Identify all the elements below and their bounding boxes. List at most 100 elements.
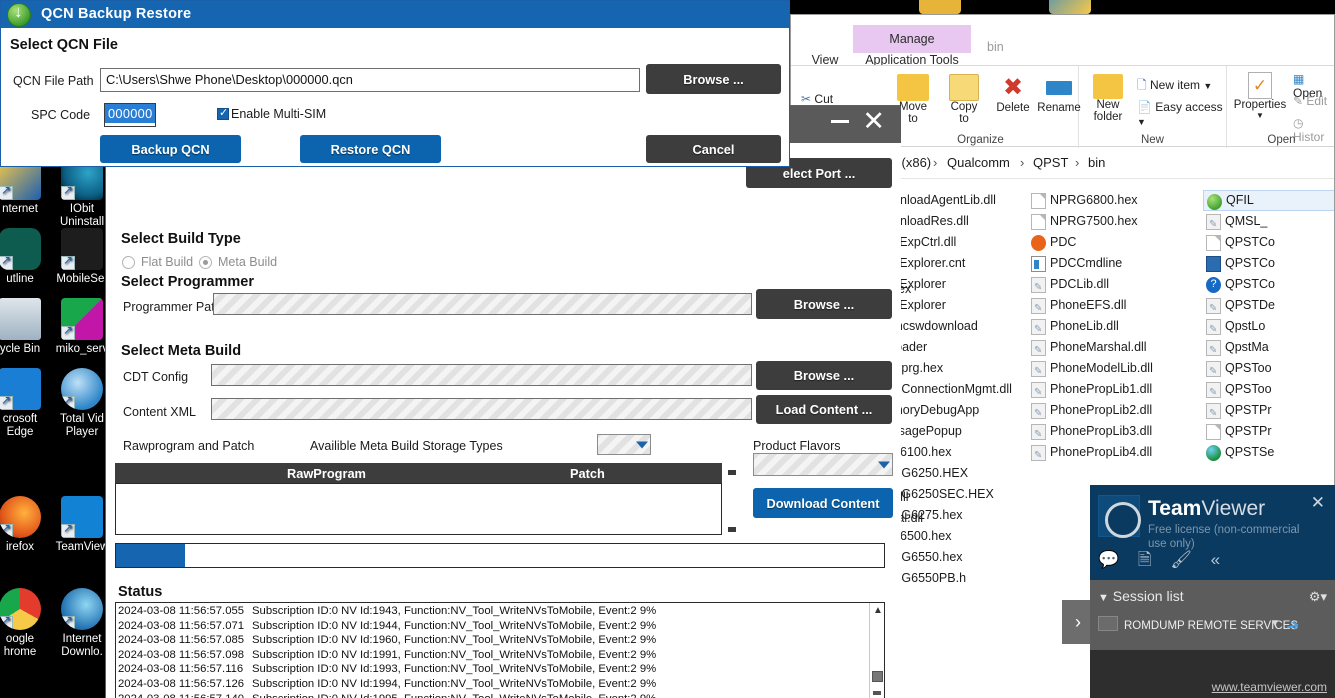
scroll-up-icon[interactable]: ▲ [873, 605, 883, 616]
file-list-item[interactable]: QMSL_ [1203, 211, 1334, 235]
chevron-down-icon [636, 441, 648, 448]
file-list-item[interactable]: QPSTCo [1203, 232, 1334, 253]
scroll-down-icon[interactable] [873, 691, 881, 695]
restore-qcn-button[interactable]: Restore QCN [300, 135, 441, 163]
file-list-item[interactable]: QPSTPr [1203, 400, 1334, 424]
file-list-item[interactable]: PhonePropLib4.dll [1028, 442, 1203, 466]
edit-icon: ✎ [1293, 94, 1304, 108]
table-resize-handle-bottom[interactable] [728, 527, 736, 532]
status-scrollbar[interactable]: ▲ [869, 603, 884, 698]
file-list-item[interactable]: QPSToo [1203, 358, 1334, 382]
new-item-button[interactable]: 🗋 New item ▼ [1137, 76, 1212, 97]
file-list-item[interactable]: PhoneLib.dll [1028, 316, 1203, 340]
file-name-label: PhoneModelLib.dll [1050, 361, 1153, 375]
cdt-config-input[interactable] [211, 364, 752, 386]
programmer-path-input[interactable] [213, 293, 752, 315]
session-list-toggle[interactable]: ▼ Session list [1098, 588, 1184, 604]
file-list-item[interactable]: QpstLo [1203, 316, 1334, 340]
rawprogram-and-patch-label: Rawprogram and Patch [123, 439, 255, 453]
file-list-item[interactable]: NPRG7500.hex [1028, 211, 1203, 232]
file-list-item[interactable]: QPSTPr [1203, 421, 1334, 442]
enable-multisim-checkbox[interactable] [217, 106, 229, 120]
file-list-item[interactable]: QPSTDe [1203, 295, 1334, 319]
rawprogram-table-body[interactable] [115, 483, 722, 535]
scrollbar-thumb[interactable] [872, 671, 883, 682]
file-list-item[interactable]: NPRG6800.hex [1028, 190, 1203, 211]
spc-code-input[interactable]: 000000 [104, 103, 156, 127]
breadcrumb-item-1[interactable]: Qualcomm [947, 155, 1010, 170]
spc-code-value: 000000 [105, 104, 155, 123]
breadcrumb-item-3[interactable]: bin [1088, 155, 1105, 170]
delete-x-icon: ✖ [1002, 74, 1024, 101]
edit-button[interactable]: ✎ Edit [1293, 94, 1327, 108]
file-list-item[interactable]: PDC [1028, 232, 1203, 253]
breadcrumb-chevron-icon: › [1075, 155, 1080, 170]
backup-qcn-button[interactable]: Backup QCN [100, 135, 241, 163]
file-list-item[interactable]: QpstMa [1203, 337, 1334, 361]
download-content-button[interactable]: Download Content [753, 488, 893, 518]
file-list-item[interactable]: PhoneMarshal.dll [1028, 337, 1203, 361]
file-list-item[interactable]: PhoneEFS.dll [1028, 295, 1203, 319]
file-list-item[interactable]: QPSTSe [1203, 442, 1334, 463]
status-log-box[interactable]: 2024-03-08 11:56:57.055 Subscription ID:0… [115, 602, 885, 698]
content-xml-input[interactable] [211, 398, 752, 420]
qcn-title-bar[interactable]: QCN Backup Restore [1, 1, 789, 28]
dll-file-icon [1031, 382, 1046, 403]
storage-types-label: Availible Meta Build Storage Types [310, 439, 503, 453]
easy-access-icon: 📄 [1137, 100, 1152, 114]
file-list-item[interactable]: PhonePropLib2.dll [1028, 400, 1203, 424]
file-list-item[interactable]: QPSTCo [1203, 253, 1334, 274]
file-column-2: NPRG6800.hex NPRG7500.hex PDC PDCCmdline PDC… [1028, 190, 1203, 466]
progress-bar-fill [116, 544, 186, 567]
qcn-browse-button[interactable]: Browse ... [646, 64, 781, 94]
table-resize-handle-top[interactable] [728, 470, 736, 475]
qcn-file-path-input[interactable]: C:\Users\Shwe Phone\Desktop\000000.qcn [100, 68, 640, 92]
play-icon [61, 368, 103, 410]
console-file-icon [1031, 256, 1046, 272]
teamviewer-footer: www.teamviewer.com [1090, 650, 1335, 698]
load-content-button[interactable]: Load Content ... [756, 395, 892, 424]
chat-icon[interactable]: 💬 [1098, 550, 1119, 569]
mouse-cursor-icon: ➔ [1284, 616, 1302, 637]
file-list-item[interactable]: QFIL [1203, 190, 1334, 211]
teamviewer-logo-icon: ↔ [1098, 495, 1141, 538]
new-folder-button[interactable]: New folder [1083, 74, 1133, 123]
file-list-item[interactable]: PhonePropLib1.dll [1028, 379, 1203, 403]
teamviewer-website-link[interactable]: www.teamviewer.com [1212, 680, 1327, 694]
copy-to-button[interactable]: Copy to [939, 74, 989, 125]
minimize-button[interactable] [831, 120, 849, 123]
properties-button[interactable]: ✓ Properties ▼ [1229, 72, 1291, 120]
session-item-chevron-icon[interactable]: ▼ [1270, 618, 1280, 629]
breadcrumb-item-2[interactable]: QPST [1033, 155, 1068, 170]
gear-icon[interactable]: ⚙▾ [1309, 589, 1327, 605]
teamviewer-close-icon[interactable]: ✕ [1311, 493, 1325, 513]
storage-types-dropdown[interactable] [597, 434, 651, 455]
close-icon[interactable]: ✕ [862, 108, 885, 135]
easy-access-button[interactable]: 📄 Easy access ▼ [1137, 100, 1226, 128]
rename-button[interactable]: Rename [1035, 74, 1083, 114]
radio-flat-build[interactable] [122, 256, 135, 269]
cancel-button[interactable]: Cancel [646, 135, 781, 163]
delete-button[interactable]: ✖ Delete [987, 74, 1039, 114]
notes-icon[interactable]: 🗎 [1138, 550, 1152, 569]
idm-icon [61, 588, 103, 630]
file-list-item[interactable]: PhoneModelLib.dll [1028, 358, 1203, 382]
file-list-item[interactable]: QPSToo [1203, 379, 1334, 403]
radio-meta-build[interactable] [199, 256, 212, 269]
brush-icon[interactable]: 🖌 [1170, 550, 1192, 569]
file-name-label: QPSTCo [1225, 277, 1276, 291]
status-log-line: 2024-03-08 11:56:57.055 Subscription ID:0… [116, 604, 868, 619]
history-icon: ◷ [1293, 116, 1304, 130]
file-list-item[interactable]: PhonePropLib3.dll [1028, 421, 1203, 445]
programmer-browse-button[interactable]: Browse ... [756, 289, 892, 319]
file-list-item[interactable]: PDCCmdline [1028, 253, 1203, 274]
cut-button[interactable]: ✂ Cut [801, 92, 833, 106]
file-name-label: QPSToo [1225, 361, 1272, 375]
file-list-item[interactable]: ? QPSTCo [1203, 274, 1334, 295]
file-list-item[interactable]: PDCLib.dll [1028, 274, 1203, 298]
collapse-icon[interactable]: « [1211, 550, 1220, 569]
product-flavors-dropdown[interactable] [753, 453, 893, 476]
tab-manage[interactable]: Manage [853, 25, 971, 53]
cdt-browse-button[interactable]: Browse ... [756, 361, 892, 390]
select-qcn-file-heading: Select QCN File [10, 37, 118, 53]
